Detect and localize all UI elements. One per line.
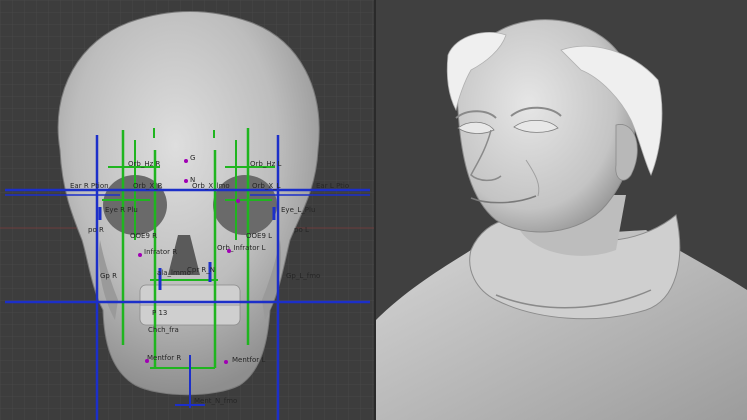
landmark-point[interactable] <box>184 159 188 163</box>
landmark-label[interactable]: Mentfor L <box>232 356 265 364</box>
landmark-label[interactable]: po L <box>294 226 309 234</box>
landmark-label[interactable]: Orb_Hz L <box>250 160 281 168</box>
landmark-label[interactable]: OOE9 R <box>130 232 157 240</box>
skull-canvas[interactable]: Orb_Hz RGOrb_Hz LOrb_X_RNOrb_X_lmo Orb_X_… <box>0 0 374 420</box>
landmark-label[interactable]: Gp R <box>100 272 117 280</box>
landmark-label[interactable]: Mentfor R <box>147 354 181 362</box>
bust-model <box>376 19 747 420</box>
landmark-point[interactable] <box>224 360 228 364</box>
split-viewport-screen: Orb_Hz R G Orb_Hz L Orb_X_R N Orb_X_lmo Orb_X_… <box>0 0 747 420</box>
landmark-label[interactable]: Infrator R <box>144 248 177 256</box>
landmark-label[interactable]: Orb_Infrator L <box>217 244 266 252</box>
landmark-label[interactable]: G <box>190 154 195 162</box>
landmark-label[interactable]: Gp_L_fmo <box>286 272 320 280</box>
landmark-point[interactable] <box>184 179 188 183</box>
landmark-label[interactable]: Ment_N_fmo <box>194 397 237 405</box>
landmark-point[interactable] <box>145 359 149 363</box>
landmark-point[interactable] <box>236 199 240 203</box>
landmark-label[interactable]: Cpr R_N <box>187 266 215 274</box>
landmark-label[interactable]: Chch_fra <box>148 326 179 334</box>
landmark-point[interactable] <box>227 249 231 253</box>
landmark-point[interactable] <box>138 253 142 257</box>
landmark-label[interactable]: Orb_X_lmo <box>192 182 230 190</box>
skull-viewport[interactable]: Orb_Hz R G Orb_Hz L Orb_X_R N Orb_X_lmo Orb_X_… <box>0 0 374 420</box>
landmark-label[interactable]: Orb_Hz R <box>128 160 160 168</box>
landmark-label[interactable]: ala_lmmo <box>157 269 191 277</box>
landmark-label[interactable]: po R <box>88 226 104 234</box>
landmark-label[interactable]: Eye R Plu <box>105 206 138 214</box>
landmark-label[interactable]: P 13 <box>152 309 167 317</box>
landmark-label[interactable]: Ear R Ption <box>70 182 109 190</box>
landmark-label[interactable]: Ear L Ptio <box>316 182 349 190</box>
landmark-label[interactable]: OOE9 L <box>246 232 272 240</box>
landmark-label[interactable]: Orb_X_L <box>252 182 281 190</box>
landmark-label[interactable]: Orb_X_R <box>133 182 163 190</box>
landmark-label[interactable]: Eye_L_Plu <box>281 206 315 214</box>
bust-viewport[interactable] <box>376 0 747 420</box>
bust-canvas[interactable] <box>376 0 747 420</box>
